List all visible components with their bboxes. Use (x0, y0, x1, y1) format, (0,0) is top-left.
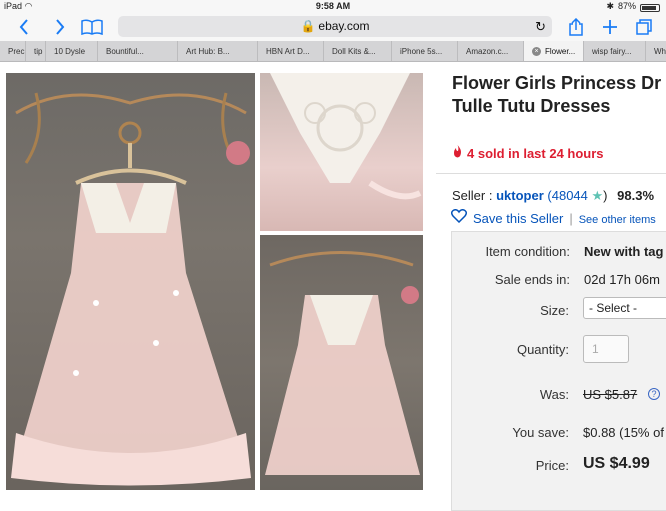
battery-percent: 87% (617, 1, 636, 11)
close-tab-icon[interactable]: × (532, 47, 541, 57)
you-save-label: You save: (512, 425, 569, 440)
size-label: Size: (540, 303, 569, 318)
separator: | (569, 211, 573, 226)
feedback-percent: 98.3% (617, 188, 655, 203)
listing-page: Flower Girls Princess Dr Tulle Tutu Dres… (0, 63, 666, 511)
browser-toolbar: 🔒 ebay.com ↻ (0, 13, 666, 41)
size-select-value: - Select - (589, 301, 638, 315)
seller-label: Seller : (452, 188, 493, 203)
listing-title: Flower Girls Princess Dr Tulle Tutu Dres… (452, 72, 666, 118)
tab-item[interactable]: wisp fairy... (584, 41, 646, 61)
product-image-detail[interactable] (260, 73, 423, 231)
tab-item[interactable]: Amazon.c... (458, 41, 524, 61)
tab-item[interactable]: 10 Dysle (46, 41, 98, 61)
title-line-2: Tulle Tutu Dresses (452, 96, 611, 116)
share-button[interactable] (566, 16, 586, 38)
condition-value: New with tag (584, 244, 664, 259)
tab-item[interactable]: Prec (0, 41, 26, 61)
quantity-input[interactable]: 1 (583, 335, 629, 363)
tab-label: Bountiful... (106, 47, 144, 56)
new-tab-button[interactable] (600, 16, 620, 38)
book-icon (81, 19, 103, 35)
tabs-icon (636, 19, 652, 35)
bluetooth-icon: ✱ (606, 1, 614, 11)
reload-icon[interactable]: ↻ (535, 16, 546, 37)
tabs-button[interactable] (634, 16, 654, 38)
tab-item[interactable]: Art Hub: B... (178, 41, 258, 61)
address-bar[interactable]: 🔒 ebay.com ↻ (118, 16, 552, 37)
tab-label: Prec (8, 47, 25, 56)
dress-photo (11, 92, 251, 486)
sold-banner: 4 sold in last 24 hours (452, 145, 604, 161)
battery-icon (640, 3, 660, 12)
plus-icon (603, 20, 617, 34)
chevron-left-icon (19, 19, 28, 35)
sale-ends-value: 02d 17h 06m (584, 272, 660, 287)
was-label: Was: (539, 387, 569, 402)
divider (436, 173, 666, 174)
heart-icon[interactable] (450, 209, 468, 226)
price-value: US $4.99 (583, 455, 650, 472)
tab-label: Where to g (654, 47, 666, 56)
quantity-value: 1 (592, 342, 599, 356)
tab-label: wisp fairy... (592, 47, 632, 56)
quantity-label: Quantity: (516, 342, 569, 357)
product-image-back[interactable] (260, 235, 423, 490)
product-image-main[interactable] (6, 73, 255, 490)
tab-label: tip (34, 47, 43, 56)
back-button[interactable] (14, 16, 34, 38)
status-right: ✱ 87% (606, 0, 660, 13)
tab-label: Amazon.c... (466, 47, 509, 56)
tab-label: 10 Dysle (54, 47, 86, 56)
status-bar: iPad ︎◠ 9:58 AM ✱ 87% (0, 0, 666, 13)
tab-label: iPhone 5s... (400, 47, 443, 56)
you-save-value: $0.88 (15% of (583, 425, 664, 440)
condition-label: Item condition: (485, 244, 570, 259)
forward-button[interactable] (50, 16, 70, 38)
share-icon (569, 18, 583, 36)
url-text: ebay.com (318, 19, 370, 33)
tab-bar: Prec tip 10 Dysle Bountiful... Art Hub: B...… (0, 41, 666, 62)
flame-icon (452, 145, 463, 161)
status-time: 9:58 AM (315, 1, 351, 11)
tab-item[interactable]: tip (26, 41, 46, 61)
dress-back-photo (265, 251, 420, 475)
tab-item[interactable]: Where to g (646, 41, 666, 61)
sale-ends-label: Sale ends in: (494, 272, 570, 287)
tab-label: Flower... (545, 47, 576, 56)
chevron-right-icon (56, 19, 65, 35)
see-other-items-link[interactable]: See other items (579, 214, 656, 226)
battery-fill (642, 5, 656, 10)
seller-name-link[interactable]: uktoper (496, 188, 544, 203)
lock-icon: 🔒 (300, 19, 316, 33)
help-icon[interactable]: ? (648, 388, 660, 400)
lace-photo (270, 73, 422, 200)
title-line-1: Flower Girls Princess Dr (452, 73, 662, 93)
tab-item[interactable]: × Flower... (524, 41, 584, 61)
tab-label: Doll Kits &... (332, 47, 376, 56)
was-price: US $5.87 (583, 387, 638, 402)
tab-item[interactable]: Bountiful... (98, 41, 178, 61)
tab-item[interactable]: iPhone 5s... (392, 41, 458, 61)
tab-label: HBN Art D... (266, 47, 310, 56)
save-seller-link[interactable]: Save this Seller (473, 211, 563, 226)
seller-info: Seller : uktoper (48044 ★) 98.3% (452, 188, 654, 204)
tab-item[interactable]: HBN Art D... (258, 41, 324, 61)
price-label: Price: (535, 458, 569, 473)
feedback-count-link[interactable]: 48044 (552, 188, 588, 203)
size-select[interactable]: - Select - (583, 297, 666, 319)
feedback-close: ) (603, 188, 608, 203)
tab-item[interactable]: Doll Kits &... (324, 41, 392, 61)
sold-text: 4 sold in last 24 hours (467, 146, 604, 161)
bookmarks-button[interactable] (80, 16, 104, 38)
star-icon: ★ (591, 188, 604, 203)
tab-label: Art Hub: B... (186, 47, 230, 56)
save-seller-row: Save this Seller | See other items (450, 209, 656, 226)
